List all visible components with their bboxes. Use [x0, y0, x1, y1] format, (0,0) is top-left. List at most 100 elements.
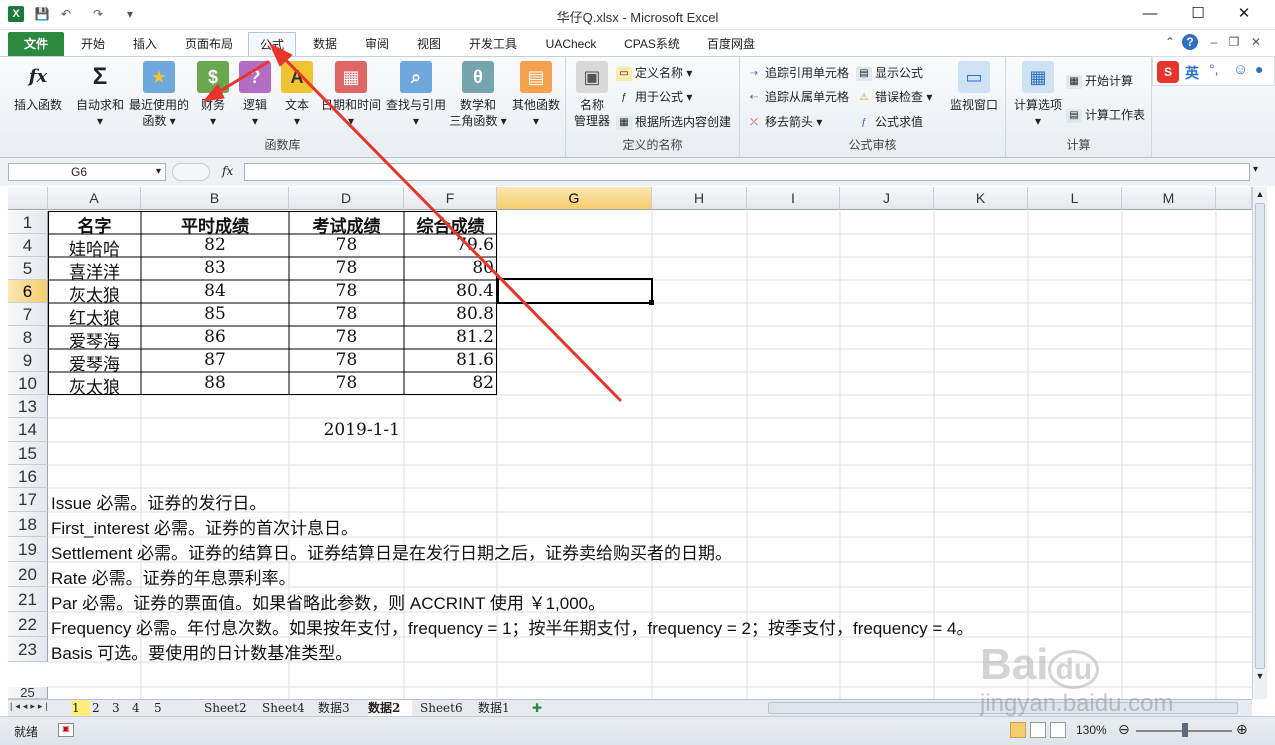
table-cell[interactable]: 83 — [141, 258, 289, 278]
table-cell[interactable]: 80.8 — [404, 304, 494, 324]
use-in-formula-button[interactable]: ƒ 用于公式 ▾ — [616, 87, 692, 107]
close-workbook-icon[interactable]: ✕ — [1248, 34, 1264, 50]
row-header[interactable]: 10 — [8, 372, 48, 395]
row-header[interactable]: 8 — [8, 326, 48, 349]
date-time-button[interactable]: ▦ 日期和时间 ▾ — [318, 61, 384, 129]
formula-resize-handle[interactable] — [172, 163, 210, 181]
row-header[interactable]: 9 — [8, 349, 48, 372]
calculation-options-button[interactable]: ▦ 计算选项 ▾ — [1010, 61, 1066, 129]
more-functions-button[interactable]: ▤ 其他函数 ▾ — [508, 61, 564, 129]
tab-review[interactable]: 审阅 — [354, 32, 400, 56]
autosum-button[interactable]: Σ 自动求和 ▾ — [74, 61, 126, 129]
tab-cpas[interactable]: CPAS系统 — [616, 32, 688, 56]
zoom-level[interactable]: 130% — [1076, 723, 1107, 737]
macro-record-icon[interactable]: ▣ — [58, 723, 74, 737]
row-header[interactable]: 15 — [8, 442, 48, 465]
row-header[interactable]: 5 — [8, 257, 48, 280]
col-header-m[interactable]: M — [1122, 187, 1216, 210]
header-cell[interactable]: 平时成绩 — [141, 212, 289, 237]
page-layout-view-icon[interactable] — [1030, 722, 1046, 738]
insert-function-button[interactable]: fx 插入函数 — [10, 61, 66, 113]
sheet-tab[interactable]: 3 — [112, 700, 130, 716]
table-cell[interactable]: 爱琴海 — [48, 327, 141, 352]
table-cell[interactable]: 灰太狼 — [48, 281, 141, 306]
header-cell[interactable]: 考试成绩 — [289, 212, 404, 237]
trace-dependents-button[interactable]: ⇠ 追踪从属单元格 — [746, 87, 849, 107]
tab-page-layout[interactable]: 页面布局 — [176, 32, 242, 56]
smiley-icon[interactable]: ☺ — [1233, 61, 1248, 78]
remove-arrows-button[interactable]: ⤫ 移去箭头 ▾ — [746, 112, 822, 132]
select-all-corner[interactable] — [8, 187, 48, 210]
table-cell[interactable]: 78 — [289, 373, 404, 393]
col-header-n[interactable] — [1216, 187, 1252, 210]
calculate-now-button[interactable]: ▦ 开始计算 — [1066, 71, 1133, 91]
punctuation-icon[interactable]: °, — [1209, 61, 1219, 77]
row-header[interactable]: 20 — [8, 562, 48, 587]
maximize-button[interactable]: ☐ — [1183, 3, 1213, 25]
name-box[interactable]: G6 ▾ — [8, 163, 166, 181]
error-checking-button[interactable]: ⚠ 错误检查 ▾ — [856, 87, 933, 107]
sheet-tab[interactable]: Sheet6 — [420, 700, 472, 716]
table-cell[interactable]: 78 — [289, 258, 404, 278]
col-header-i[interactable]: I — [747, 187, 840, 210]
row-header[interactable]: 4 — [8, 234, 48, 257]
scroll-thumb[interactable] — [1255, 203, 1265, 669]
table-cell[interactable]: 87 — [141, 350, 289, 370]
table-cell[interactable]: 喜洋洋 — [48, 258, 141, 283]
table-cell[interactable]: 78 — [289, 281, 404, 301]
note-first-interest[interactable]: First_interest 必需。证券的首次计息日。 — [51, 514, 358, 539]
row-header[interactable]: 1 — [8, 211, 48, 234]
note-issue[interactable]: Issue 必需。证券的发行日。 — [51, 489, 266, 514]
financial-button[interactable]: $ 财务 ▾ — [194, 61, 232, 129]
col-header-k[interactable]: K — [934, 187, 1028, 210]
row-header[interactable]: 13 — [8, 395, 48, 418]
row-header[interactable]: 18 — [8, 512, 48, 537]
name-manager-button[interactable]: ▣ 名称 管理器 — [570, 61, 614, 129]
recently-used-button[interactable]: ★ 最近使用的 函数 ▾ — [126, 61, 192, 129]
trace-precedents-button[interactable]: ⇢ 追踪引用单元格 — [746, 63, 849, 83]
collapse-ribbon-icon[interactable]: ⌃ — [1162, 34, 1178, 50]
tab-data[interactable]: 数据 — [302, 32, 348, 56]
sheet-tab[interactable]: Sheet2 — [204, 700, 256, 716]
zoom-slider-thumb[interactable] — [1182, 723, 1188, 737]
create-from-selection-button[interactable]: ▦ 根据所选内容创建 — [616, 112, 731, 132]
scroll-up-icon[interactable]: ▲ — [1254, 187, 1266, 201]
sheet-nav-arrows-icon[interactable]: |◂◂▸▸| — [10, 701, 51, 712]
table-cell[interactable]: 娃哈哈 — [48, 235, 141, 260]
sheet-tab[interactable]: 数据3 — [318, 700, 364, 716]
tab-formulas[interactable]: 公式 — [248, 32, 296, 56]
expand-formula-icon[interactable]: ▾ — [1253, 164, 1258, 175]
tab-view[interactable]: 视图 — [406, 32, 452, 56]
note-rate[interactable]: Rate 必需。证券的年息票利率。 — [51, 564, 296, 589]
col-header-f[interactable]: F — [404, 187, 497, 210]
table-cell[interactable]: 81.6 — [404, 350, 494, 370]
col-header-b[interactable]: B — [141, 187, 289, 210]
col-header-g[interactable]: G — [497, 187, 652, 210]
table-cell[interactable]: 88 — [141, 373, 289, 393]
normal-view-icon[interactable] — [1010, 722, 1026, 738]
note-settlement[interactable]: Settlement 必需。证券的结算日。证券结算日是在发行日期之后，证券卖给购… — [51, 539, 732, 564]
sheet-tab-active[interactable]: 数据2 — [368, 700, 412, 716]
tab-uacheck[interactable]: UACheck — [536, 32, 606, 56]
row-header[interactable]: 25 — [8, 686, 48, 699]
name-box-dropdown-icon[interactable]: ▾ — [156, 164, 161, 180]
tab-home[interactable]: 开始 — [70, 32, 116, 56]
text-button[interactable]: A 文本 ▾ — [278, 61, 316, 129]
table-cell[interactable]: 82 — [404, 373, 494, 393]
math-trig-button[interactable]: θ 数学和 三角函数 ▾ — [448, 61, 508, 129]
col-header-d[interactable]: D — [289, 187, 404, 210]
logical-button[interactable]: ? 逻辑 ▾ — [236, 61, 274, 129]
tab-file[interactable]: 文件 — [8, 32, 64, 56]
tab-baidu-netdisk[interactable]: 百度网盘 — [696, 32, 766, 56]
page-break-view-icon[interactable] — [1050, 722, 1066, 738]
restore-workbook-icon[interactable]: ❐ — [1226, 34, 1242, 50]
sheet-tab[interactable]: 2 — [92, 700, 110, 716]
watch-window-button[interactable]: ▭ 监视窗口 — [946, 61, 1002, 113]
table-cell[interactable]: 爱琴海 — [48, 350, 141, 375]
row-header[interactable]: 22 — [8, 612, 48, 637]
zoom-in-icon[interactable]: ⊕ — [1236, 721, 1248, 738]
table-cell[interactable]: 78 — [289, 327, 404, 347]
sogou-logo-icon[interactable]: S — [1157, 61, 1179, 83]
table-cell[interactable]: 85 — [141, 304, 289, 324]
define-name-button[interactable]: ▭ 定义名称 ▾ — [616, 63, 692, 83]
